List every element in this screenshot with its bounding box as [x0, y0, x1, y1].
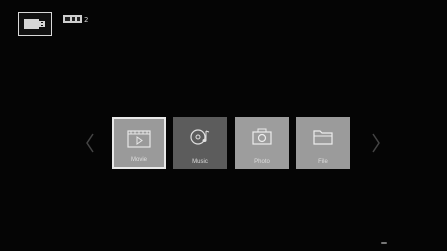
- usb-device-icon[interactable]: [18, 12, 52, 36]
- photo-tile[interactable]: Photo: [235, 117, 289, 169]
- music-disc-icon: [189, 128, 211, 146]
- movie-tile[interactable]: Movie: [112, 117, 166, 169]
- storage-device-label: 2: [84, 16, 89, 24]
- corner-mark: [381, 242, 387, 244]
- storage-device-indicator[interactable]: 2: [63, 13, 95, 27]
- folder-icon: [312, 128, 334, 146]
- music-label: Music: [192, 159, 208, 165]
- music-tile[interactable]: Music: [173, 117, 227, 169]
- chevron-left-icon[interactable]: [84, 130, 96, 156]
- movie-label: Movie: [130, 157, 147, 163]
- film-icon: [127, 130, 151, 148]
- chevron-right-icon[interactable]: [370, 130, 382, 156]
- photo-label: Photo: [254, 159, 270, 165]
- file-label: File: [318, 159, 328, 165]
- media-player-screen: 2 Movie Music Photo File: [0, 0, 447, 251]
- camera-icon: [251, 128, 273, 146]
- storage-device-icon: [63, 11, 83, 29]
- file-tile[interactable]: File: [296, 117, 350, 169]
